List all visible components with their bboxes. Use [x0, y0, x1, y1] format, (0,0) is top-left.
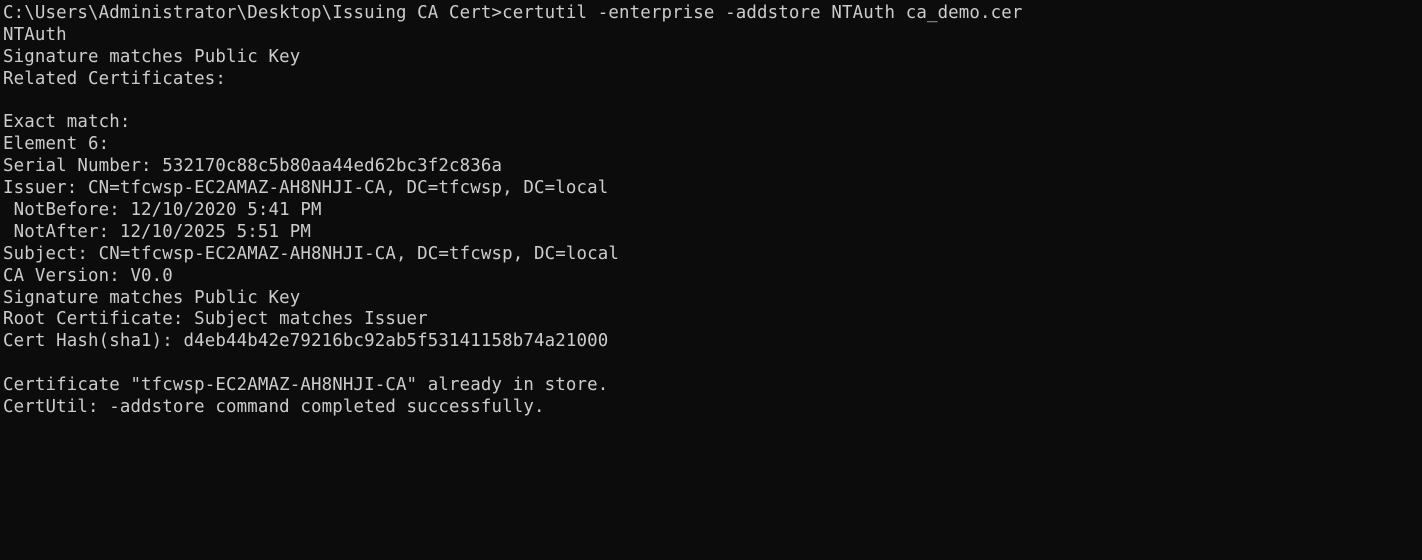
ca-version-line: CA Version: V0.0 — [3, 265, 173, 286]
output-line: Related Certificates: — [3, 68, 227, 89]
output-line: Root Certificate: Subject matches Issuer — [3, 309, 428, 330]
subject-line: Subject: CN=tfcwsp-EC2AMAZ-AH8NHJI-CA, D… — [3, 243, 619, 264]
output-line: Signature matches Public Key — [3, 287, 301, 308]
command-line: C:\Users\Administrator\Desktop\Issuing C… — [3, 3, 1023, 23]
console-output[interactable]: C:\Users\Administrator\Desktop\Issuing C… — [0, 0, 1422, 560]
output-line: Certificate "tfcwsp-EC2AMAZ-AH8NHJI-CA" … — [3, 375, 609, 396]
output-line: Exact match: — [3, 112, 131, 133]
output-line: Element 6: — [3, 134, 110, 155]
status-line: CertUtil: -addstore command completed su… — [3, 397, 545, 418]
serial-number-line: Serial Number: 532170c88c5b80aa44ed62bc3… — [3, 156, 503, 177]
issuer-line: Issuer: CN=tfcwsp-EC2AMAZ-AH8NHJI-CA, DC… — [3, 178, 609, 199]
cert-hash-line: Cert Hash(sha1): d4eb44b42e79216bc92ab5f… — [3, 331, 609, 352]
output-line: Signature matches Public Key — [3, 46, 301, 67]
not-after-line: NotAfter: 12/10/2025 5:51 PM — [3, 221, 311, 242]
output-line: NTAuth — [3, 24, 67, 45]
not-before-line: NotBefore: 12/10/2020 5:41 PM — [3, 200, 322, 221]
